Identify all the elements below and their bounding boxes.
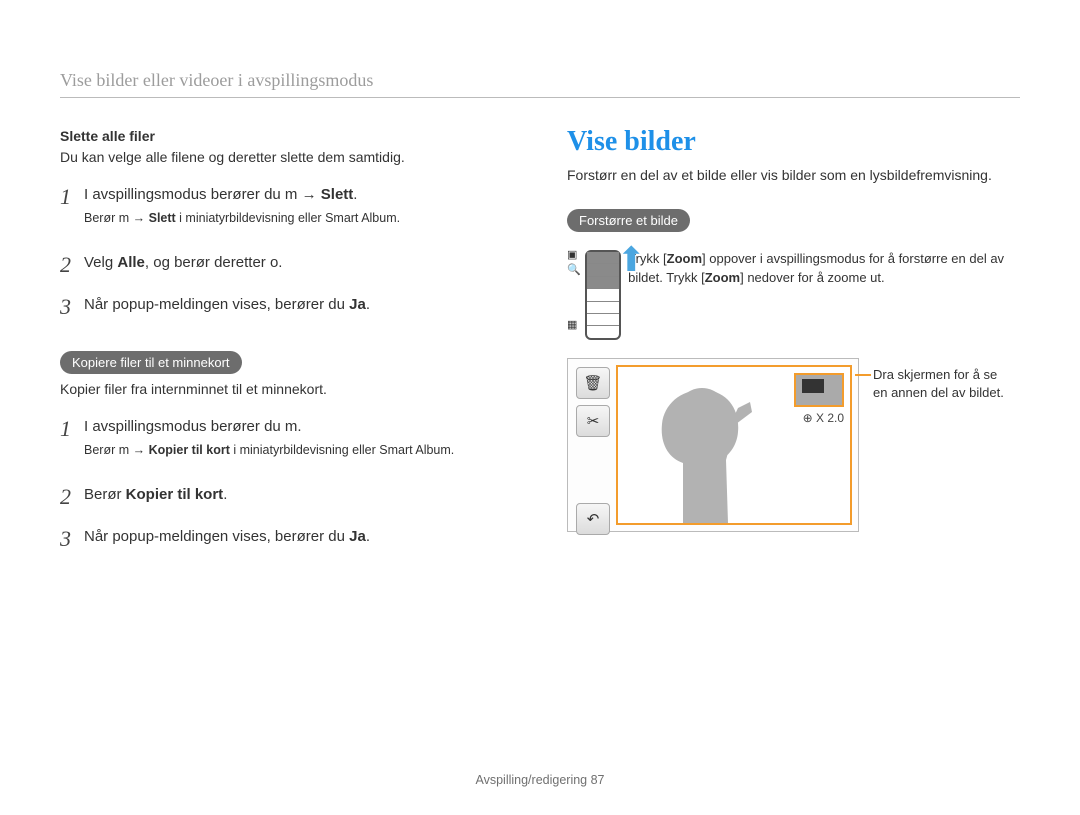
menu-icon: m — [285, 418, 298, 435]
copy-step-1-note: Berør m → Kopier til kort i miniatyrbild… — [84, 442, 454, 460]
back-icon: ↶ — [587, 510, 600, 528]
copy-files-steps: I avspillingsmodus berører du m. Berør m… — [60, 413, 513, 555]
callout-line — [855, 374, 871, 376]
manual-page: Vise bilder eller videoer i avspillingsm… — [0, 0, 1080, 815]
right-column: Vise bilder Forstørr en del av et bilde … — [567, 126, 1020, 573]
zoom-description: Trykk [Zoom] oppover i avspillingsmodus … — [628, 250, 1020, 288]
view-photos-intro: Forstørr en del av et bilde eller vis bi… — [567, 166, 1020, 185]
preview-toolbar: 🗑 ✂ ↶ — [576, 367, 608, 535]
copy-step-1: I avspillingsmodus berører du m. Berør m… — [60, 413, 513, 471]
two-column-layout: Slette alle filer Du kan velge alle file… — [60, 126, 1020, 573]
del-step-3: Når popup-meldingen vises, berører du Ja… — [60, 291, 513, 323]
zoom-side-icons: ▣ 🔍 ▦ — [567, 250, 581, 335]
copy-step-3: Når popup-meldingen vises, berører du Ja… — [60, 523, 513, 555]
page-header: Vise bilder eller videoer i avspillingsm… — [60, 70, 1020, 98]
child-silhouette — [628, 368, 788, 523]
zoom-slider[interactable] — [585, 250, 621, 340]
edit-button[interactable]: ✂ — [576, 405, 610, 437]
magnifier-icon: 🔍 — [567, 265, 581, 276]
zoom-viewport[interactable]: ⊕ X 2.0 — [616, 365, 852, 525]
enlarge-pill: Forstørre et bilde — [567, 209, 690, 232]
left-column: Slette alle filer Du kan velge alle file… — [60, 126, 513, 573]
menu-icon: m — [119, 443, 129, 457]
mini-map — [794, 373, 844, 407]
mini-map-visible-region — [802, 379, 824, 393]
delete-all-steps: I avspillingsmodus berører du m → Slett.… — [60, 181, 513, 323]
delete-all-desc: Du kan velge alle filene og deretter sle… — [60, 148, 513, 167]
view-photos-title: Vise bilder — [567, 126, 1020, 158]
delete-all-heading: Slette alle filer — [60, 128, 513, 144]
trash-icon: 🗑 — [583, 374, 602, 392]
zoom-widget: ▣ 🔍 ▦ ⬆ — [567, 250, 610, 344]
preview-wrap: 🗑 ✂ ↶ — [567, 358, 1020, 532]
zoom-label: ⊕ X 2.0 — [803, 411, 844, 425]
page-footer: Avspilling/redigering 87 — [0, 773, 1080, 787]
del-step-2: Velg Alle, og berør deretter o. — [60, 249, 513, 281]
menu-icon: m — [119, 211, 129, 225]
up-arrow-icon: ⬆ — [617, 240, 646, 280]
zoom-row: ▣ 🔍 ▦ ⬆ Trykk — [567, 250, 1020, 344]
delete-button[interactable]: 🗑 — [576, 367, 610, 399]
thumb-icon: ▦ — [567, 320, 581, 331]
back-button[interactable]: ↶ — [576, 503, 610, 535]
copy-files-desc: Kopier filer fra internminnet til et min… — [60, 380, 513, 399]
drag-callout: Dra skjermen for å se en annen del av bi… — [873, 366, 1013, 402]
copy-files-pill: Kopiere filer til et minnekort — [60, 351, 242, 374]
magnifier-plus-icon: ⊕ — [803, 411, 813, 425]
wide-icon: ▣ — [567, 250, 581, 261]
del-step-1-note: Berør m → Slett i miniatyrbildevisning e… — [84, 210, 400, 228]
camera-preview: 🗑 ✂ ↶ — [567, 358, 859, 532]
copy-step-2: Berør Kopier til kort. — [60, 481, 513, 513]
scissors-icon: ✂ — [587, 412, 600, 430]
menu-icon: m — [285, 186, 298, 203]
del-step-1: I avspillingsmodus berører du m → Slett.… — [60, 181, 513, 239]
